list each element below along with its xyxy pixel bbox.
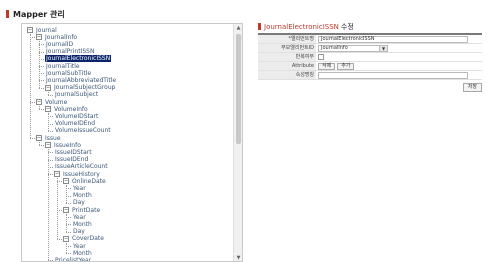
element-form-table: *엘리먼트명 JournalElectronicISSN 부모엘리먼트ID Jo… xyxy=(258,33,482,80)
tree-connector xyxy=(66,253,71,255)
minus-box-icon[interactable]: − xyxy=(63,207,69,213)
tree-connector xyxy=(66,195,71,197)
form-row-repeat: 반복여부 xyxy=(258,53,482,62)
tree-connector xyxy=(39,44,44,46)
repeat-label: 반복여부 xyxy=(258,53,316,61)
minus-box-icon[interactable]: − xyxy=(36,34,42,41)
parent-element-value: JournalInfo xyxy=(321,44,348,51)
tree-guide-line xyxy=(30,34,31,138)
element-edit-panel: JournalElectronicISSN 수정 *엘리먼트명 JournalE… xyxy=(258,21,482,92)
attribute-delete-button[interactable]: 삭제 xyxy=(318,62,336,70)
scroll-up-icon[interactable]: ▲ xyxy=(234,24,242,33)
tree-connector xyxy=(39,80,44,82)
tree-connector xyxy=(66,224,71,226)
mapper-tree-panel: − Journal − JournalInfo JournalID JournalPrin… xyxy=(21,23,243,262)
tree-connector xyxy=(66,188,71,190)
form-title: JournalElectronicISSN xyxy=(264,22,339,31)
tree-connector xyxy=(39,73,44,75)
parent-element-label: 부모엘리먼트ID xyxy=(258,44,316,52)
element-name-input[interactable]: JournalElectronicISSN xyxy=(318,35,468,43)
tree-connector xyxy=(66,246,71,247)
tree-connector xyxy=(39,58,44,60)
tree-connector xyxy=(30,138,35,139)
tree-connector xyxy=(39,145,44,147)
attribute-label: Attribute xyxy=(258,62,316,70)
minus-box-icon[interactable]: − xyxy=(45,142,51,149)
form-row-property: 속성명칭 xyxy=(258,71,482,80)
tree-node-label: VolumeIssueCount xyxy=(55,127,111,135)
tree-connector xyxy=(30,37,35,39)
tree-connector xyxy=(66,202,71,204)
tree-connector xyxy=(39,66,44,67)
form-actions: 저장 xyxy=(258,83,482,92)
tree-node[interactable]: PricelistYear xyxy=(54,256,92,262)
page-header: Mapper 관리 xyxy=(6,8,65,20)
tree-connector xyxy=(48,116,53,118)
tree-connector xyxy=(66,217,71,219)
page-title: Mapper 관리 xyxy=(13,9,65,19)
form-row-parent-element: 부모엘리먼트ID JournalInfo ▼ xyxy=(258,44,482,53)
parent-element-select[interactable]: JournalInfo ▼ xyxy=(318,44,388,52)
minus-box-icon[interactable]: − xyxy=(36,99,42,105)
form-title-suffix: 수정 xyxy=(340,22,354,31)
tree-connector xyxy=(48,152,53,154)
chevron-down-icon[interactable]: ▼ xyxy=(379,45,387,51)
tree-node-label: PricelistYear xyxy=(55,256,92,262)
tree-connector xyxy=(48,94,53,96)
form-header: JournalElectronicISSN 수정 xyxy=(258,21,482,32)
tree-connector xyxy=(48,123,53,125)
tree-connector xyxy=(66,231,71,233)
tree-connector xyxy=(57,181,62,183)
tree-connector xyxy=(48,260,53,261)
element-name-label: *엘리먼트명 xyxy=(258,35,316,43)
minus-box-icon[interactable]: − xyxy=(27,27,33,33)
form-title-marker-icon xyxy=(258,23,261,30)
minus-box-icon[interactable]: − xyxy=(45,84,51,91)
scroll-down-icon[interactable]: ▼ xyxy=(234,254,242,261)
tree-connector xyxy=(48,174,53,175)
tree-connector xyxy=(48,166,53,168)
repeat-checkbox[interactable] xyxy=(318,54,324,60)
form-row-element-name: *엘리먼트명 JournalElectronicISSN xyxy=(258,35,482,44)
tree-connector xyxy=(48,159,53,161)
tree-node[interactable]: VolumeIssueCount xyxy=(54,127,112,135)
attribute-add-button[interactable]: 추가 xyxy=(337,62,355,70)
minus-box-icon[interactable]: − xyxy=(45,106,51,113)
title-marker-icon xyxy=(6,10,9,18)
tree-connector xyxy=(30,102,35,103)
form-row-attribute: Attribute 삭제 추가 xyxy=(258,62,482,71)
scrollbar-thumb[interactable] xyxy=(236,34,241,144)
tree-guide-line xyxy=(57,178,58,239)
tree-connector xyxy=(39,51,44,53)
tree-guide-line xyxy=(66,242,67,254)
tree-scrollbar[interactable]: ▲ ▼ xyxy=(233,24,242,261)
tree-connector xyxy=(57,238,62,240)
property-input[interactable] xyxy=(318,71,468,79)
property-label: 속성명칭 xyxy=(258,71,316,79)
save-button[interactable]: 저장 xyxy=(462,83,482,92)
tree-content: − Journal − JournalInfo JournalID JournalPrin… xyxy=(22,24,234,262)
tree-connector xyxy=(57,210,62,211)
minus-box-icon[interactable]: − xyxy=(54,171,60,177)
minus-box-icon[interactable]: − xyxy=(36,135,42,141)
tree-connector xyxy=(39,87,44,89)
tree-connector xyxy=(39,109,44,111)
tree-connector xyxy=(48,130,53,132)
minus-box-icon[interactable]: − xyxy=(63,178,69,185)
minus-box-icon[interactable]: − xyxy=(63,235,69,242)
